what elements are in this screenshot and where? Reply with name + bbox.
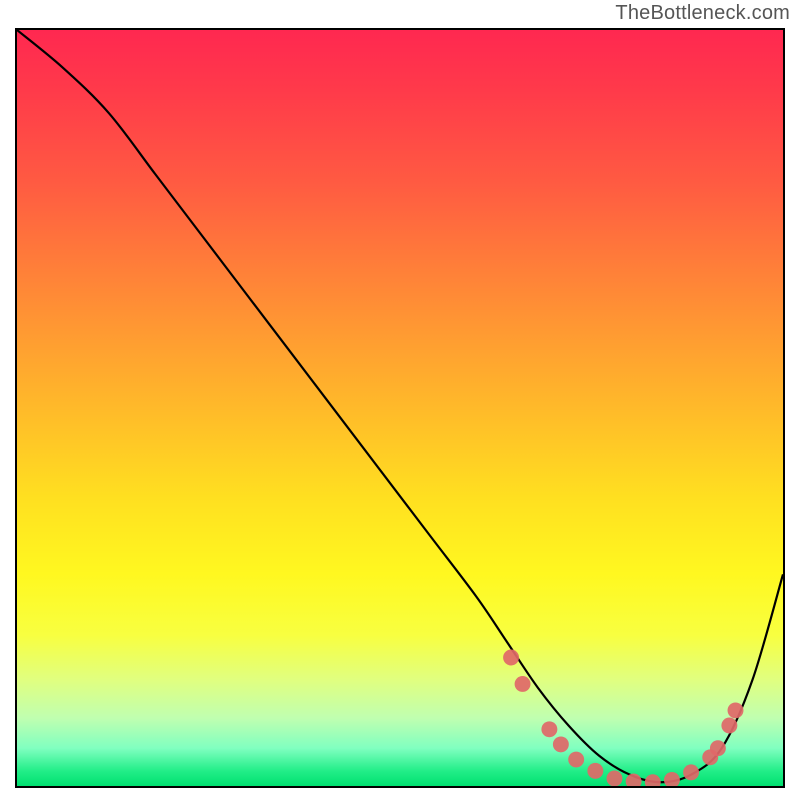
gradient-background (17, 30, 783, 786)
watermark-text: TheBottleneck.com (615, 2, 790, 25)
plot-area (15, 28, 785, 788)
chart-container: TheBottleneck.com (0, 0, 800, 800)
